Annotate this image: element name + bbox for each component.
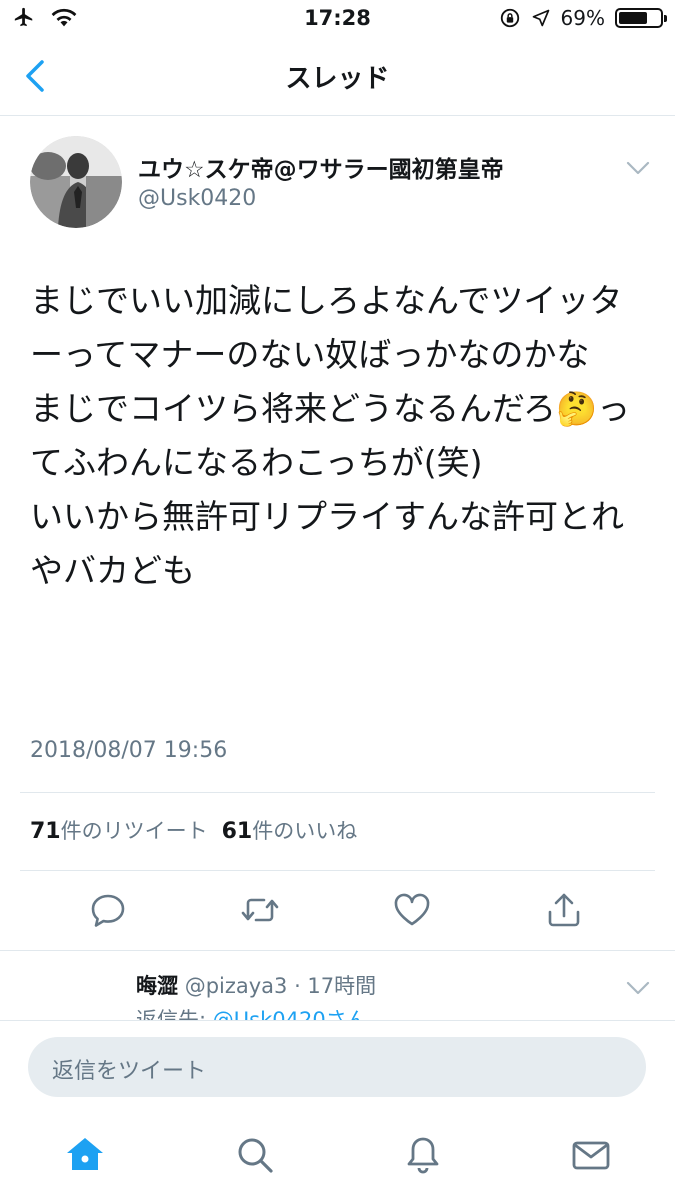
reply-input-placeholder: 返信をツイート [52, 1059, 207, 1084]
location-icon [532, 9, 549, 27]
reply-meta: @pizaya3 · 17時間 [184, 974, 377, 998]
avatar[interactable] [30, 136, 122, 228]
compose-bar: 返信をツイート [0, 1020, 675, 1114]
like-stat[interactable]: 61件のいいね [222, 815, 358, 845]
retweet-stat[interactable]: 71件のリツイート [30, 815, 208, 845]
reply-author-name: 晦澀 [136, 974, 178, 998]
like-count: 61 [221, 819, 253, 844]
reply-icon[interactable] [86, 888, 130, 932]
tweet-timestamp: 2018/08/07 19:56 [30, 738, 228, 763]
reply-tweet[interactable]: 晦澀 @pizaya3 · 17時間 返信先: @Usk0420さん [0, 952, 675, 1022]
bell-icon[interactable] [400, 1132, 446, 1178]
reply-header: 晦澀 @pizaya3 · 17時間 [136, 970, 376, 1000]
tab-bar [0, 1114, 675, 1200]
share-icon[interactable] [542, 888, 586, 932]
display-name[interactable]: ユウ☆スケ帝@ワサラー國初第皇帝 [138, 150, 504, 184]
tweet-actions [0, 880, 675, 942]
divider [0, 950, 675, 951]
tweet-stats: 71件のリツイート 61件のいいね [30, 815, 357, 845]
retweet-icon[interactable] [238, 888, 282, 932]
divider [20, 870, 655, 871]
retweet-count: 71 [30, 819, 61, 844]
divider [20, 792, 655, 793]
battery-icon [615, 8, 667, 28]
like-label: 件のいいね [252, 819, 358, 843]
search-icon[interactable] [232, 1132, 278, 1178]
battery-percent: 69% [560, 6, 605, 30]
tweet-text: まじでいい加減にしろよなんでツイッターってマナーのない奴ばっかなのかな まじでコ… [30, 281, 631, 590]
chevron-down-icon[interactable] [624, 158, 652, 178]
home-icon[interactable] [62, 1132, 108, 1178]
retweet-label: 件のリツイート [60, 819, 208, 843]
status-bar: 17:28 69% [0, 0, 675, 38]
chevron-down-icon[interactable] [624, 978, 652, 998]
rotation-lock-icon [500, 8, 519, 28]
nav-bar: スレッド [0, 38, 675, 116]
status-right: 69% [499, 6, 667, 30]
page-title: スレッド [285, 64, 390, 94]
heart-icon[interactable] [390, 888, 434, 932]
user-handle[interactable]: @Usk0420 [138, 186, 256, 211]
reply-input[interactable]: 返信をツイート [28, 1037, 646, 1097]
mail-icon[interactable] [568, 1132, 614, 1178]
